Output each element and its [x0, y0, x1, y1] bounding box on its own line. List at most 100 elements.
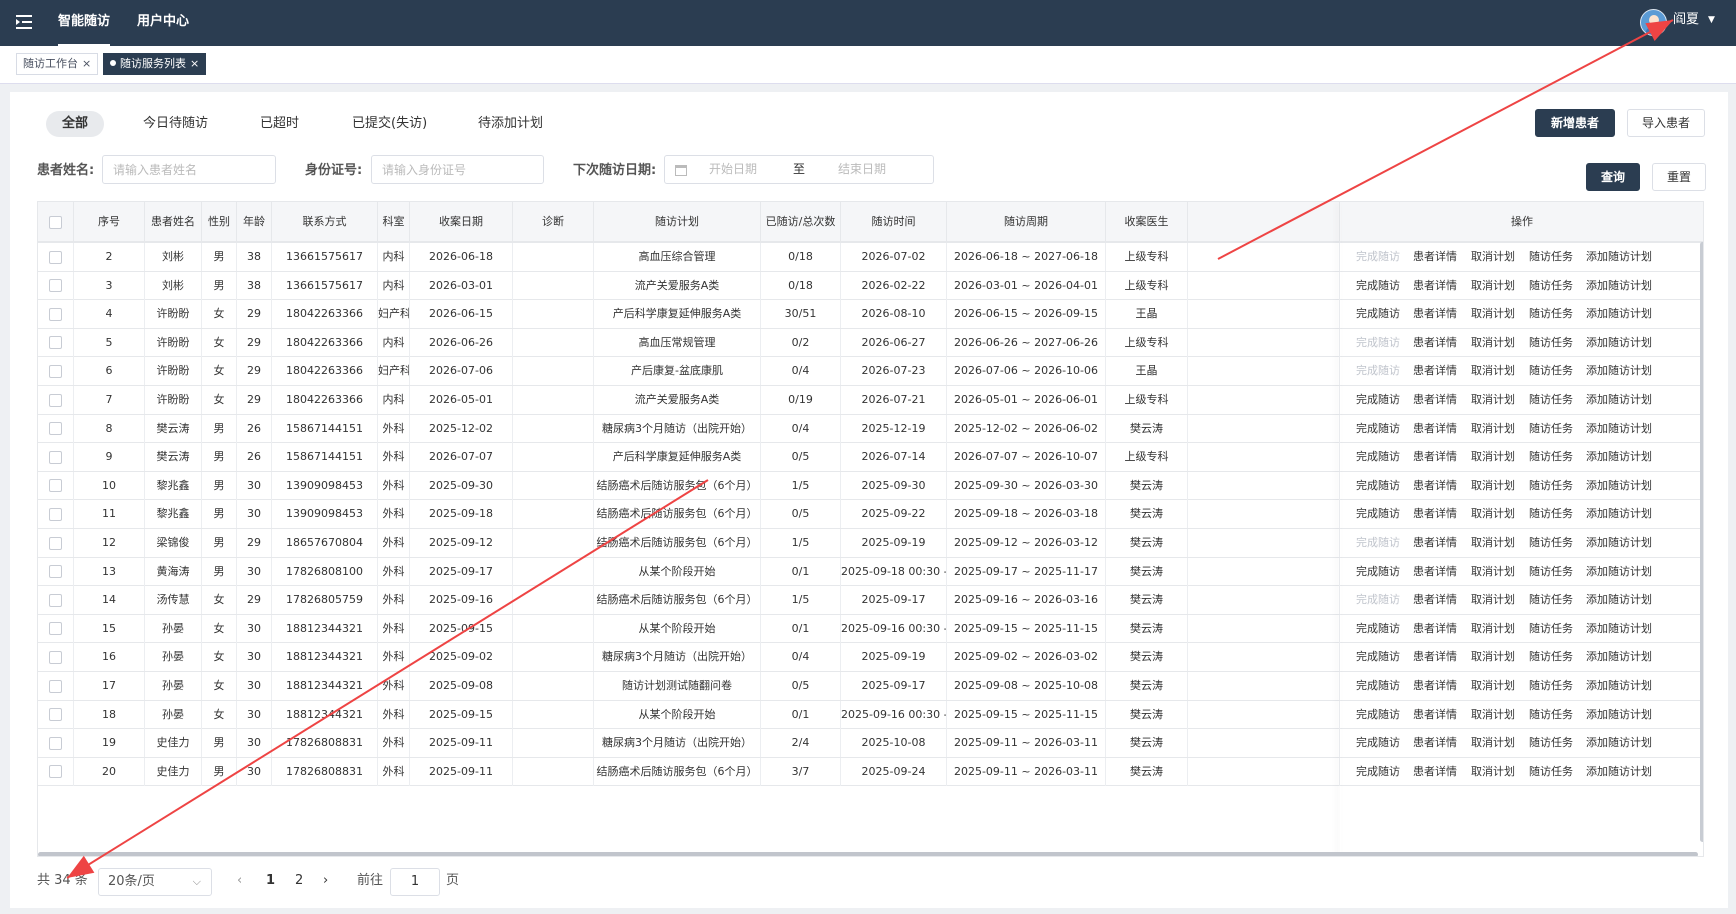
- add-plan-link[interactable]: 添加随访计划: [1586, 672, 1652, 700]
- complete-followup-link[interactable]: 完成随访: [1356, 300, 1400, 328]
- cancel-plan-link[interactable]: 取消计划: [1471, 443, 1515, 471]
- nav-smart-followup[interactable]: 智能随访: [58, 0, 111, 46]
- patient-detail-link[interactable]: 患者详情: [1413, 643, 1457, 671]
- add-plan-link[interactable]: 添加随访计划: [1586, 586, 1652, 614]
- row-checkbox[interactable]: [49, 393, 62, 407]
- cancel-plan-link[interactable]: 取消计划: [1471, 758, 1515, 786]
- patient-detail-link[interactable]: 患者详情: [1413, 415, 1457, 443]
- row-checkbox[interactable]: [49, 679, 62, 693]
- add-plan-link[interactable]: 添加随访计划: [1586, 558, 1652, 586]
- close-icon[interactable]: ×: [190, 57, 199, 70]
- row-checkbox[interactable]: [49, 765, 62, 779]
- patient-detail-link[interactable]: 患者详情: [1413, 329, 1457, 357]
- followup-task-link[interactable]: 随访任务: [1529, 672, 1573, 700]
- reset-button[interactable]: 重置: [1652, 163, 1706, 191]
- caret-down-icon[interactable]: ▼: [1708, 0, 1715, 40]
- complete-followup-link[interactable]: 完成随访: [1356, 758, 1400, 786]
- row-checkbox[interactable]: [49, 736, 62, 750]
- followup-task-link[interactable]: 随访任务: [1529, 243, 1573, 271]
- patient-detail-link[interactable]: 患者详情: [1413, 729, 1457, 757]
- followup-task-link[interactable]: 随访任务: [1529, 415, 1573, 443]
- complete-followup-link[interactable]: 完成随访: [1356, 672, 1400, 700]
- cancel-plan-link[interactable]: 取消计划: [1471, 729, 1515, 757]
- add-plan-link[interactable]: 添加随访计划: [1586, 300, 1652, 328]
- followup-task-link[interactable]: 随访任务: [1529, 300, 1573, 328]
- add-plan-link[interactable]: 添加随访计划: [1586, 643, 1652, 671]
- add-plan-link[interactable]: 添加随访计划: [1586, 243, 1652, 271]
- status-tab-all[interactable]: 全部: [46, 111, 105, 137]
- end-date-input[interactable]: 结束日期: [838, 156, 886, 183]
- complete-followup-link[interactable]: 完成随访: [1356, 415, 1400, 443]
- patient-detail-link[interactable]: 患者详情: [1413, 672, 1457, 700]
- row-checkbox[interactable]: [49, 650, 62, 664]
- row-checkbox[interactable]: [49, 507, 62, 521]
- row-checkbox[interactable]: [49, 708, 62, 722]
- close-icon[interactable]: ×: [82, 57, 91, 70]
- patient-detail-link[interactable]: 患者详情: [1413, 357, 1457, 385]
- followup-task-link[interactable]: 随访任务: [1529, 472, 1573, 500]
- query-button[interactable]: 查询: [1586, 163, 1640, 191]
- patient-detail-link[interactable]: 患者详情: [1413, 615, 1457, 643]
- complete-followup-link[interactable]: 完成随访: [1356, 500, 1400, 528]
- cancel-plan-link[interactable]: 取消计划: [1471, 357, 1515, 385]
- cancel-plan-link[interactable]: 取消计划: [1471, 500, 1515, 528]
- nav-user-center[interactable]: 用户中心: [137, 0, 189, 46]
- add-plan-link[interactable]: 添加随访计划: [1586, 329, 1652, 357]
- cancel-plan-link[interactable]: 取消计划: [1471, 529, 1515, 557]
- complete-followup-link[interactable]: 完成随访: [1356, 558, 1400, 586]
- import-patient-button[interactable]: 导入患者: [1627, 109, 1705, 137]
- add-plan-link[interactable]: 添加随访计划: [1586, 701, 1652, 729]
- row-checkbox[interactable]: [49, 593, 62, 607]
- cancel-plan-link[interactable]: 取消计划: [1471, 272, 1515, 300]
- page-size-select[interactable]: 20条/页 ⌵: [98, 868, 212, 896]
- prev-page-icon[interactable]: ‹: [237, 866, 242, 896]
- patient-detail-link[interactable]: 患者详情: [1413, 500, 1457, 528]
- add-plan-link[interactable]: 添加随访计划: [1586, 529, 1652, 557]
- patient-detail-link[interactable]: 患者详情: [1413, 272, 1457, 300]
- start-date-input[interactable]: 开始日期: [709, 156, 757, 183]
- status-tab-pending-plan[interactable]: 待添加计划: [462, 111, 559, 137]
- cancel-plan-link[interactable]: 取消计划: [1471, 472, 1515, 500]
- followup-task-link[interactable]: 随访任务: [1529, 758, 1573, 786]
- goto-page-input[interactable]: 1: [390, 868, 440, 896]
- complete-followup-link[interactable]: 完成随访: [1356, 443, 1400, 471]
- add-plan-link[interactable]: 添加随访计划: [1586, 443, 1652, 471]
- status-tab-today[interactable]: 今日待随访: [127, 111, 224, 137]
- row-checkbox[interactable]: [49, 336, 62, 350]
- complete-followup-link[interactable]: 完成随访: [1356, 472, 1400, 500]
- row-checkbox[interactable]: [49, 364, 62, 378]
- cancel-plan-link[interactable]: 取消计划: [1471, 415, 1515, 443]
- status-tab-overdue[interactable]: 已超时: [244, 111, 315, 137]
- cancel-plan-link[interactable]: 取消计划: [1471, 329, 1515, 357]
- complete-followup-link[interactable]: 完成随访: [1356, 701, 1400, 729]
- row-checkbox[interactable]: [49, 250, 62, 264]
- horizontal-scrollbar[interactable]: [38, 852, 1698, 856]
- complete-followup-link[interactable]: 完成随访: [1356, 386, 1400, 414]
- row-checkbox[interactable]: [49, 622, 62, 636]
- followup-task-link[interactable]: 随访任务: [1529, 558, 1573, 586]
- patient-detail-link[interactable]: 患者详情: [1413, 701, 1457, 729]
- add-plan-link[interactable]: 添加随访计划: [1586, 357, 1652, 385]
- row-checkbox[interactable]: [49, 479, 62, 493]
- patient-detail-link[interactable]: 患者详情: [1413, 386, 1457, 414]
- followup-task-link[interactable]: 随访任务: [1529, 329, 1573, 357]
- row-checkbox[interactable]: [49, 536, 62, 550]
- page-2[interactable]: 2: [295, 866, 303, 896]
- tag-followup-service-list[interactable]: 随访服务列表 ×: [103, 53, 207, 75]
- cancel-plan-link[interactable]: 取消计划: [1471, 615, 1515, 643]
- add-plan-link[interactable]: 添加随访计划: [1586, 386, 1652, 414]
- cancel-plan-link[interactable]: 取消计划: [1471, 643, 1515, 671]
- add-plan-link[interactable]: 添加随访计划: [1586, 472, 1652, 500]
- followup-task-link[interactable]: 随访任务: [1529, 529, 1573, 557]
- followup-task-link[interactable]: 随访任务: [1529, 643, 1573, 671]
- next-page-icon[interactable]: ›: [323, 866, 328, 896]
- add-plan-link[interactable]: 添加随访计划: [1586, 729, 1652, 757]
- add-plan-link[interactable]: 添加随访计划: [1586, 500, 1652, 528]
- status-tab-submitted[interactable]: 已提交(失访): [336, 111, 443, 137]
- id-number-input[interactable]: [371, 155, 544, 184]
- followup-task-link[interactable]: 随访任务: [1529, 357, 1573, 385]
- add-plan-link[interactable]: 添加随访计划: [1586, 272, 1652, 300]
- patient-detail-link[interactable]: 患者详情: [1413, 529, 1457, 557]
- cancel-plan-link[interactable]: 取消计划: [1471, 558, 1515, 586]
- cancel-plan-link[interactable]: 取消计划: [1471, 672, 1515, 700]
